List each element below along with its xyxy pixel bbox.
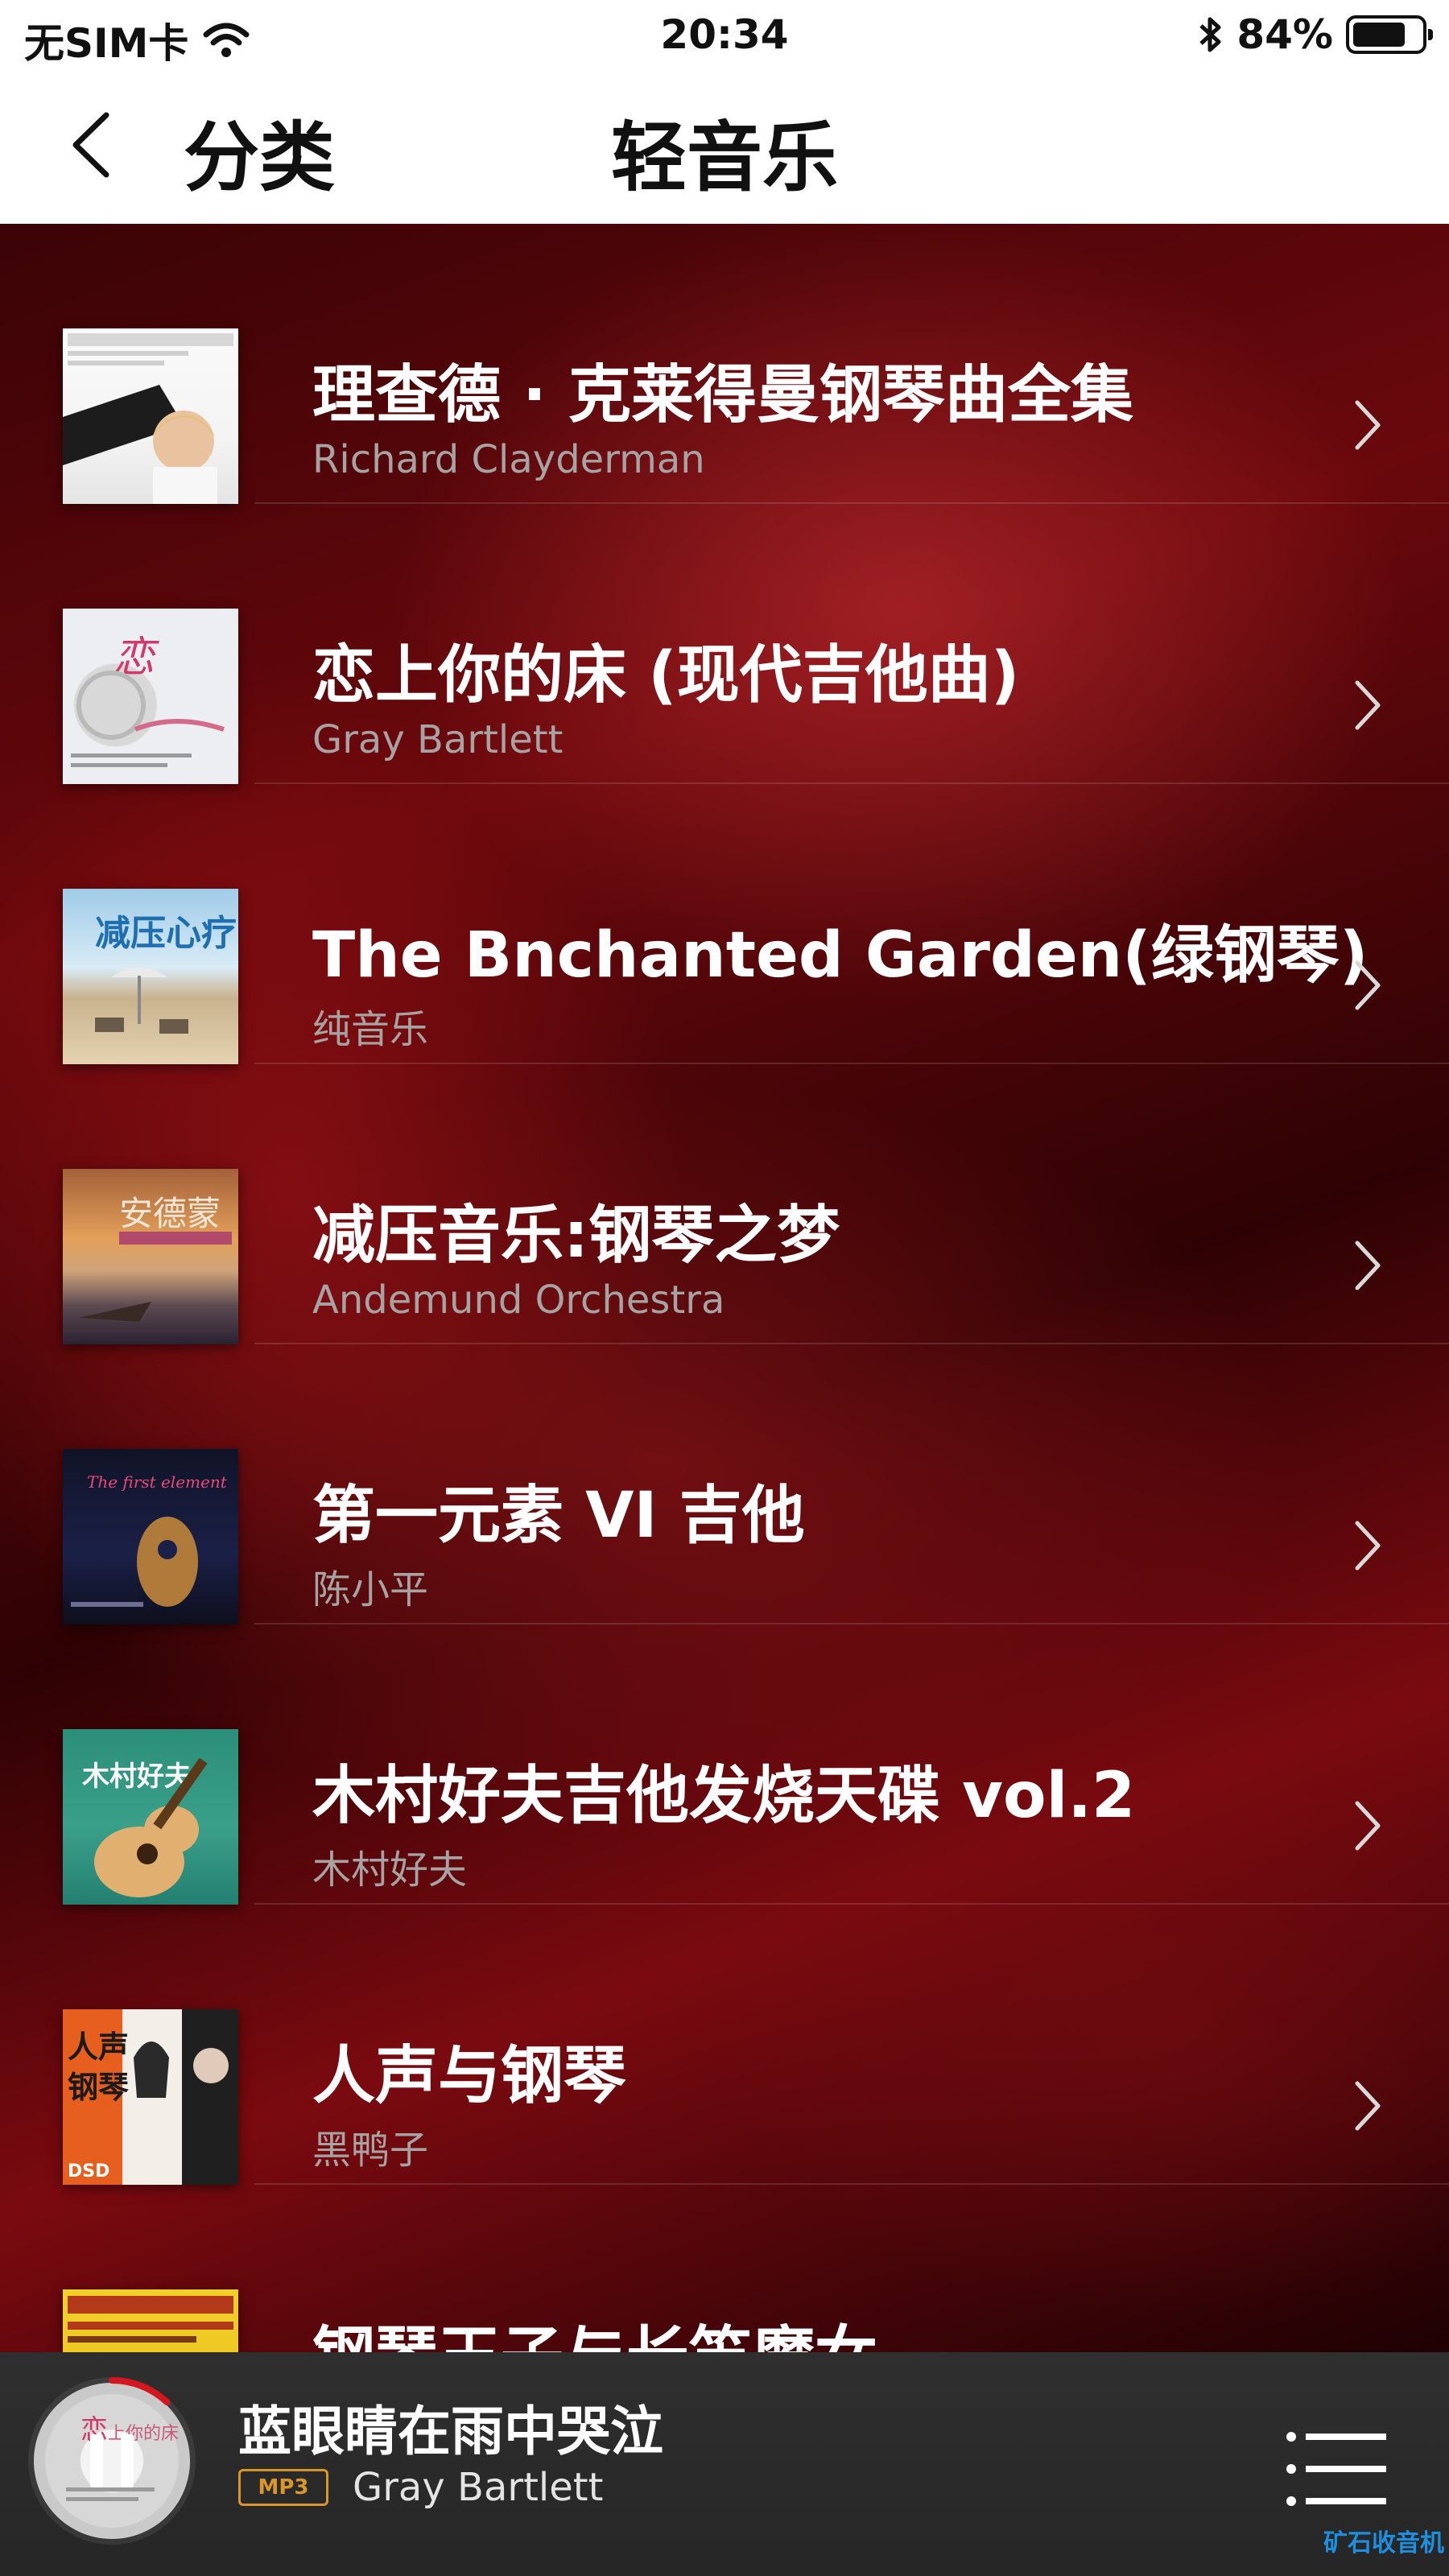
page-title: 轻音乐 xyxy=(610,114,838,202)
album-row[interactable]: 理查德 · 克莱得曼钢琴曲全集 Richard Clayderman xyxy=(0,224,1449,504)
pause-button[interactable] xyxy=(77,2426,147,2496)
album-cover: 安德蒙 xyxy=(63,1169,238,1344)
album-artist: 木村好夫 xyxy=(312,1847,468,1893)
svg-text:安德蒙: 安德蒙 xyxy=(119,1194,221,1233)
album-title: The Bnchanted Garden(绿钢琴) xyxy=(312,919,1368,992)
album-cover: 恋 xyxy=(63,609,238,784)
now-playing-artist[interactable]: Gray Bartlett xyxy=(353,2465,603,2510)
album-title: 钢琴王子与长笛魔女 xyxy=(312,2306,877,2352)
album-cover xyxy=(63,328,238,504)
album-cover xyxy=(63,2289,238,2352)
album-artist: Andemund Orchestra xyxy=(312,1278,725,1323)
album-artist: 黑鸭子 xyxy=(312,2128,429,2173)
album-title: 减压音乐:钢琴之梦 xyxy=(312,1199,840,1272)
now-playing-title[interactable]: 蓝眼睛在雨中哭泣 xyxy=(238,2388,663,2466)
album-row[interactable]: 钢琴王子与长笛魔女 xyxy=(0,2185,1449,2352)
chevron-right-icon xyxy=(1355,2081,1381,2131)
chevron-right-icon xyxy=(1355,680,1381,730)
album-cover: 木村好夫 xyxy=(63,1729,238,1905)
album-row[interactable]: 安德蒙 减压音乐:钢琴之梦 Andemund Orchestra xyxy=(0,1064,1449,1344)
svg-text:人声: 人声 xyxy=(68,2029,129,2065)
chevron-right-icon xyxy=(1355,1521,1381,1571)
album-title: 木村好夫吉他发烧天碟 vol.2 xyxy=(312,1760,1136,1832)
album-row[interactable]: The first element 第一元素 VI 吉他 陈小平 xyxy=(0,1344,1449,1624)
svg-text:钢琴: 钢琴 xyxy=(68,2070,129,2105)
bluetooth-icon xyxy=(1199,17,1221,52)
chevron-right-icon xyxy=(1355,1241,1381,1290)
album-row[interactable]: 木村好夫 木村好夫吉他发烧天碟 vol.2 木村好夫 xyxy=(0,1624,1449,1905)
svg-text:减压心疗: 减压心疗 xyxy=(95,913,237,954)
svg-text:木村好夫: 木村好夫 xyxy=(81,1761,192,1793)
watermark: 矿石收音机 xyxy=(1323,2529,1444,2557)
pause-icon xyxy=(90,2434,134,2487)
album-artist: Richard Clayderman xyxy=(312,437,705,482)
album-cover: The first element xyxy=(63,1449,238,1624)
album-title: 人声与钢琴 xyxy=(312,2040,627,2112)
album-cover: 人声 钢琴 DSD xyxy=(63,2009,238,2185)
album-artist: Gray Bartlett xyxy=(312,717,564,762)
album-title: 第一元素 VI 吉他 xyxy=(312,1480,805,1552)
playlist-icon xyxy=(1286,2432,1386,2506)
album-artist: 纯音乐 xyxy=(312,1007,429,1052)
svg-text:The first element: The first element xyxy=(87,1472,228,1492)
chevron-right-icon xyxy=(1355,400,1381,450)
mini-player[interactable]: 恋 上你的床 蓝眼睛在雨中哭泣 MP3 Gray Bartlett 矿石收音机 xyxy=(0,2352,1449,2576)
album-row[interactable]: 人声 钢琴 DSD 人声与钢琴 黑鸭子 xyxy=(0,1905,1449,2185)
nav-bar: 分类 轻音乐 xyxy=(0,72,1449,224)
album-title: 理查德 · 克莱得曼钢琴曲全集 xyxy=(312,359,1133,431)
status-bar: 无SIM卡 20:34 84% xyxy=(0,0,1449,72)
chevron-right-icon xyxy=(1355,1801,1381,1851)
battery-percentage: 84% xyxy=(1236,11,1333,58)
album-list[interactable]: 理查德 · 克莱得曼钢琴曲全集 Richard Clayderman 恋 恋上你… xyxy=(0,224,1449,2352)
status-right: 84% xyxy=(1196,11,1433,58)
album-cover: 减压心疗 xyxy=(63,889,238,1064)
album-artist: 陈小平 xyxy=(312,1567,429,1612)
playlist-button[interactable] xyxy=(1283,2429,1389,2511)
chevron-right-icon xyxy=(1355,960,1381,1010)
format-badge: MP3 xyxy=(238,2469,328,2506)
app-screen: 无SIM卡 20:34 84% 分类 轻音乐 理查德 · 克莱得曼钢琴曲全集 R… xyxy=(0,0,1449,2576)
album-row[interactable]: 减压心疗 The Bnchanted Garden(绿钢琴) 纯音乐 xyxy=(0,784,1449,1064)
battery-icon xyxy=(1346,15,1433,54)
album-row[interactable]: 恋 恋上你的床 (现代吉他曲) Gray Bartlett xyxy=(0,504,1449,784)
svg-text:DSD: DSD xyxy=(68,2161,109,2182)
album-title: 恋上你的床 (现代吉他曲) xyxy=(312,639,1020,712)
